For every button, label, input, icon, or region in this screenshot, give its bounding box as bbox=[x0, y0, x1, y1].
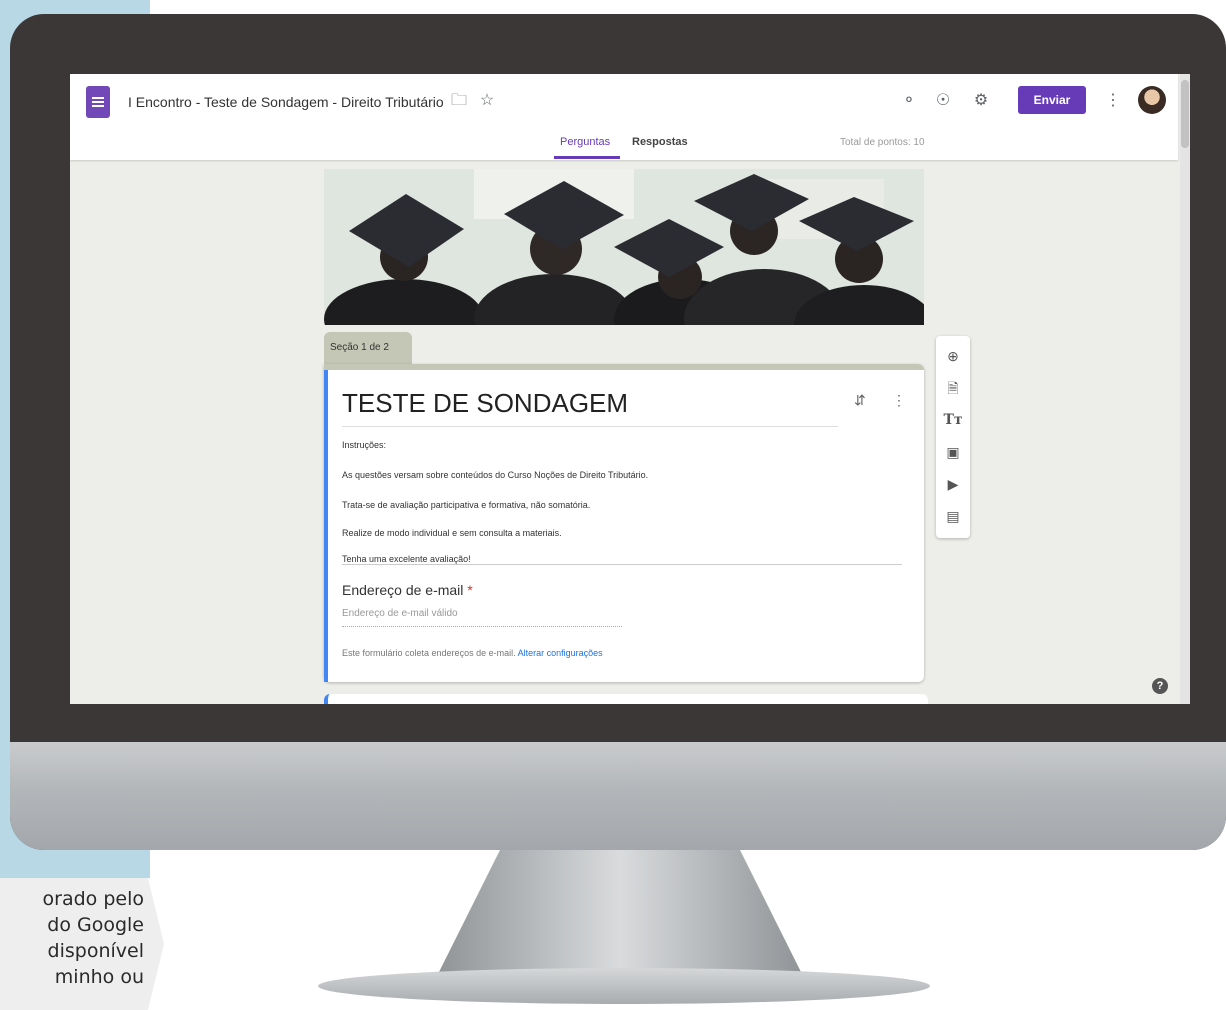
add-title-icon[interactable]: Tт bbox=[936, 406, 970, 434]
collapse-icon[interactable]: ⇵ bbox=[854, 392, 866, 409]
caption-panel: orado pelo do Google disponível minho ou bbox=[0, 878, 164, 1010]
graduates-image bbox=[324, 169, 924, 325]
title-divider bbox=[342, 426, 838, 427]
tab-questions[interactable]: Perguntas bbox=[560, 136, 610, 148]
change-settings-link[interactable]: Alterar configurações bbox=[518, 648, 603, 658]
caption-line: do Google bbox=[47, 914, 144, 936]
caption-line: minho ou bbox=[54, 966, 144, 988]
monitor: I Encontro - Teste de Sondagem - Direito… bbox=[10, 14, 1226, 850]
form-header-card[interactable]: TESTE DE SONDAGEM ⇵ ⋮ Instruções: As que… bbox=[324, 364, 924, 682]
side-toolbar: ⊕ 🗎 Tт ▣ ▶ ▤ bbox=[936, 336, 970, 538]
caption-line: orado pelo bbox=[42, 888, 144, 910]
scrollbar-track[interactable] bbox=[1180, 74, 1190, 704]
description-line[interactable]: Tenha uma excelente avaliação! bbox=[342, 554, 471, 564]
add-video-icon[interactable]: ▶ bbox=[936, 470, 970, 498]
send-button[interactable]: Enviar bbox=[1018, 86, 1086, 114]
more-vert-icon[interactable]: ⋮ bbox=[892, 392, 906, 409]
description-divider bbox=[342, 564, 902, 565]
add-question-icon[interactable]: ⊕ bbox=[936, 342, 970, 370]
email-field[interactable]: Endereço de e-mail válido bbox=[342, 608, 622, 627]
description-line[interactable]: As questões versam sobre conteúdos do Cu… bbox=[342, 470, 648, 480]
forms-logo-icon[interactable] bbox=[86, 86, 110, 118]
section-tab: Seção 1 de 2 bbox=[324, 332, 412, 364]
email-collection-note: Este formulário coleta endereços de e-ma… bbox=[342, 648, 603, 658]
monitor-chin bbox=[10, 742, 1226, 850]
add-image-icon[interactable]: ▣ bbox=[936, 438, 970, 466]
star-icon[interactable]: ☆ bbox=[476, 90, 498, 112]
more-vert-icon[interactable]: ⋮ bbox=[1102, 90, 1124, 112]
palette-icon[interactable]: ⚬ bbox=[898, 90, 920, 112]
document-title[interactable]: I Encontro - Teste de Sondagem - Direito… bbox=[128, 94, 444, 110]
header-image bbox=[324, 169, 924, 325]
tab-responses[interactable]: Respostas bbox=[632, 136, 688, 148]
gear-icon[interactable]: ⚙ bbox=[970, 90, 992, 112]
next-question-card[interactable] bbox=[324, 694, 928, 704]
description-line[interactable]: Instruções: bbox=[342, 440, 386, 450]
total-points: Total de pontos: 10 bbox=[840, 137, 925, 148]
avatar[interactable] bbox=[1138, 86, 1166, 114]
active-tab-indicator bbox=[554, 156, 620, 159]
eye-icon[interactable]: ☉ bbox=[932, 90, 954, 112]
required-mark: * bbox=[467, 582, 473, 598]
description-line[interactable]: Trata-se de avaliação participativa e fo… bbox=[342, 500, 590, 510]
form-title[interactable]: TESTE DE SONDAGEM bbox=[342, 388, 628, 419]
email-note-text: Este formulário coleta endereços de e-ma… bbox=[342, 648, 516, 658]
email-label: Endereço de e-mail * bbox=[342, 582, 473, 598]
import-questions-icon[interactable]: 🗎 bbox=[936, 374, 970, 402]
forms-screen: I Encontro - Teste de Sondagem - Direito… bbox=[70, 74, 1190, 704]
monitor-base bbox=[318, 968, 930, 1004]
caption-line: disponível bbox=[47, 940, 144, 962]
forms-header: I Encontro - Teste de Sondagem - Direito… bbox=[70, 74, 1178, 160]
help-icon[interactable]: ? bbox=[1152, 678, 1168, 694]
email-label-text: Endereço de e-mail bbox=[342, 582, 464, 598]
add-section-icon[interactable]: ▤ bbox=[936, 502, 970, 530]
description-line[interactable]: Realize de modo individual e sem consult… bbox=[342, 528, 562, 538]
folder-icon[interactable]: 🗀 bbox=[448, 90, 470, 112]
scrollbar-thumb[interactable] bbox=[1181, 80, 1189, 148]
card-accent bbox=[324, 370, 328, 682]
